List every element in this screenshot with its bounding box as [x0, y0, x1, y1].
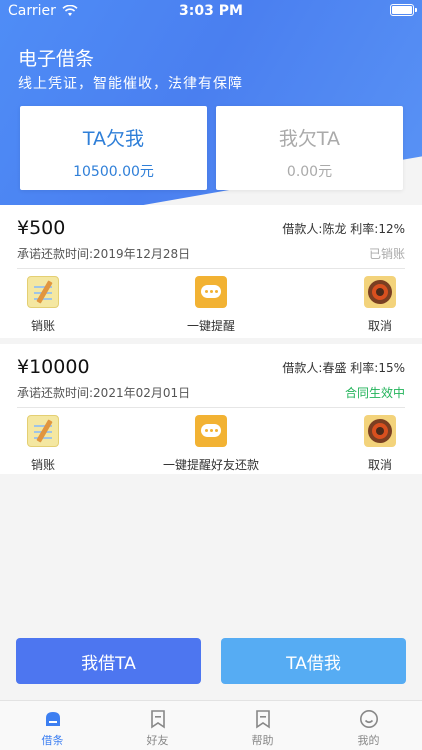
battery-icon — [390, 4, 417, 16]
page-title: 电子借条 — [18, 48, 95, 70]
tab-help[interactable]: 帮助 — [210, 701, 315, 748]
loan-status: 已销账 — [368, 247, 405, 261]
tab-label: 我的 — [357, 734, 380, 747]
cancel-button[interactable]: 取消 — [320, 415, 422, 473]
loan-card[interactable]: ¥10000 借款人:春盛 利率:15% 承诺还款时间:2021年02月01日 … — [0, 344, 422, 474]
cancel-button[interactable]: 取消 — [320, 276, 422, 334]
loan-borrower-rate: 借款人:陈龙 利率:12% — [282, 222, 405, 236]
settle-label: 销账 — [30, 458, 55, 472]
chat-bubble-icon — [195, 415, 227, 447]
summary-owe-me-amount: 10500.00元 — [73, 164, 154, 180]
summary-owe-me-title: TA欠我 — [82, 128, 145, 150]
target-icon — [364, 415, 396, 447]
summary-i-owe-title: 我欠TA — [278, 128, 341, 150]
page-subtitle: 线上凭证，智能催收，法律有保障 — [18, 76, 243, 92]
target-icon — [364, 276, 396, 308]
notepad-icon — [27, 276, 59, 308]
settle-button[interactable]: 销账 — [0, 276, 103, 334]
settle-button[interactable]: 销账 — [0, 415, 103, 473]
tab-iou[interactable]: 借条 — [0, 701, 105, 748]
bookmark-icon — [148, 709, 168, 729]
summary-card-owe-me[interactable]: TA欠我 10500.00元 — [20, 106, 207, 190]
divider — [17, 268, 405, 269]
clock: 3:03 PM — [179, 3, 243, 19]
tab-label: 帮助 — [251, 734, 274, 747]
tab-label: 好友 — [146, 734, 169, 747]
tab-label: 借条 — [41, 734, 64, 747]
remind-friend-label: 一键提醒好友还款 — [162, 458, 259, 472]
divider — [17, 407, 405, 408]
tab-friends[interactable]: 好友 — [105, 701, 210, 748]
cancel-label: 取消 — [367, 458, 392, 472]
tab-bar: 借条 好友 帮助 我的 — [0, 700, 422, 750]
iou-icon — [43, 709, 63, 729]
loan-borrower-rate: 借款人:春盛 利率:15% — [282, 361, 405, 375]
battery-indicator — [390, 4, 417, 16]
chat-bubble-icon — [195, 276, 227, 308]
summary-card-i-owe[interactable]: 我欠TA 0.00元 — [216, 106, 403, 190]
cancel-label: 取消 — [367, 319, 392, 333]
remind-friend-button[interactable]: 一键提醒好友还款 — [151, 415, 271, 473]
loan-amount: ¥500 — [17, 217, 66, 239]
loan-card[interactable]: ¥500 借款人:陈龙 利率:12% 承诺还款时间:2019年12月28日 已销… — [0, 205, 422, 338]
loan-amount: ¥10000 — [17, 356, 90, 378]
ta-borrows-button[interactable]: TA借我 — [221, 638, 406, 684]
loan-status: 合同生效中 — [344, 386, 405, 400]
settle-label: 销账 — [30, 319, 55, 333]
loan-due-date: 承诺还款时间:2019年12月28日 — [17, 247, 191, 261]
notepad-icon — [27, 415, 59, 447]
status-bar: Carrier 3:03 PM — [0, 0, 422, 22]
loan-due-date: 承诺还款时间:2021年02月01日 — [17, 386, 191, 400]
remind-label: 一键提醒 — [186, 319, 235, 333]
remind-button[interactable]: 一键提醒 — [151, 276, 271, 334]
summary-i-owe-amount: 0.00元 — [286, 164, 333, 180]
tab-me[interactable]: 我的 — [316, 701, 421, 748]
borrow-to-ta-button[interactable]: 我借TA — [16, 638, 201, 684]
smiley-icon — [359, 709, 379, 729]
bookmark-icon — [253, 709, 273, 729]
